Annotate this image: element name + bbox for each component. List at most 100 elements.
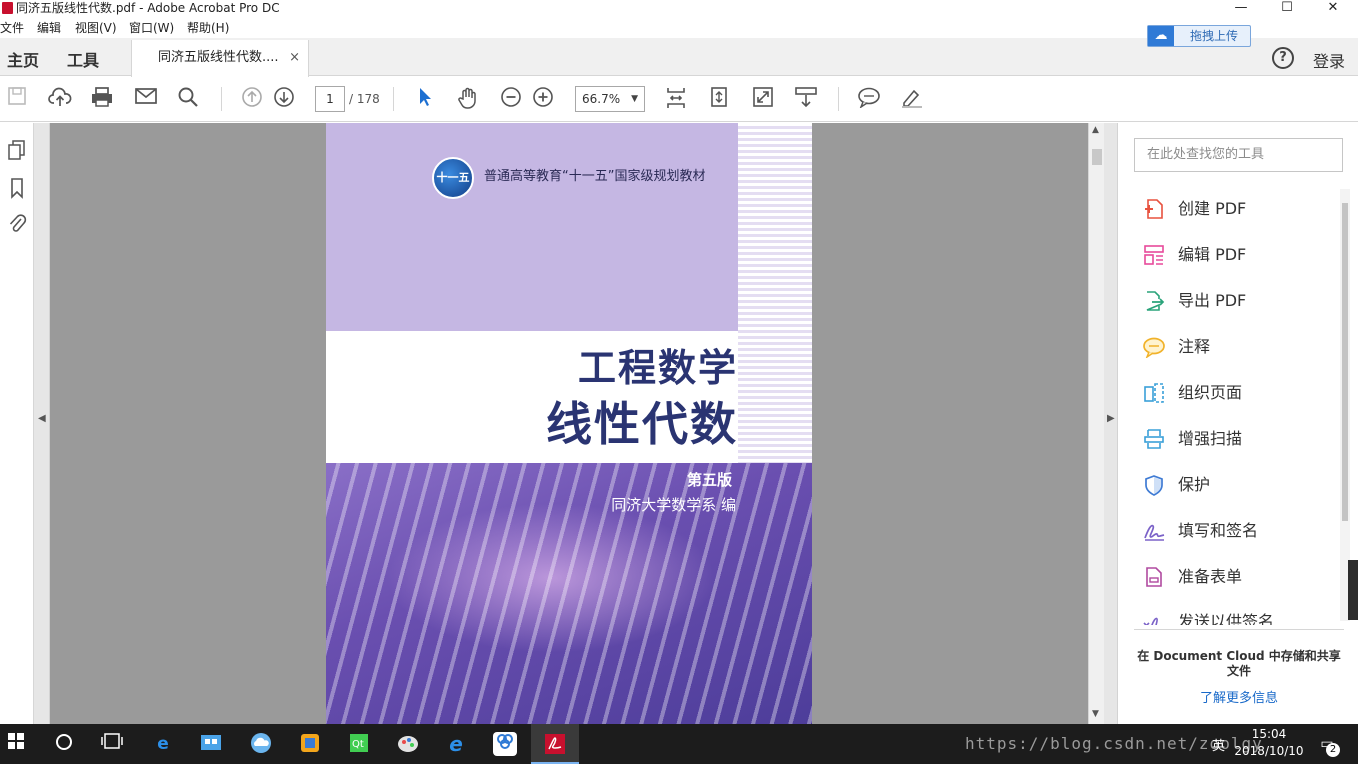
- svg-text:Qt: Qt: [352, 739, 364, 750]
- notification-count: 2: [1326, 743, 1340, 757]
- highlight-icon[interactable]: [899, 86, 925, 112]
- toolbar-divider: [221, 87, 222, 111]
- email-icon[interactable]: [133, 86, 159, 112]
- next-page-icon[interactable]: [271, 86, 297, 112]
- tab-document[interactable]: 同济五版线性代数.... ×: [131, 40, 309, 77]
- hand-tool-icon[interactable]: [455, 86, 481, 112]
- menu-file[interactable]: 文件: [0, 18, 24, 38]
- baidu-netdisk-icon[interactable]: [493, 732, 517, 756]
- left-navigation-rail: [0, 123, 34, 724]
- tool-protect[interactable]: 保护: [1142, 470, 1342, 500]
- zoom-out-icon[interactable]: [498, 86, 524, 112]
- windows-taskbar: e Qt e https://blog.csdn.net/zoolgy 英 15…: [0, 724, 1358, 764]
- maximize-button[interactable]: ☐: [1264, 0, 1310, 18]
- rotate-view-icon[interactable]: [706, 86, 732, 112]
- left-pane-toggle[interactable]: ◀: [34, 123, 50, 724]
- protect-icon: [1142, 474, 1166, 496]
- acrobat-app-icon: [2, 2, 13, 14]
- create-pdf-icon: [1142, 198, 1166, 220]
- zoom-select[interactable]: 66.7% ▼: [575, 86, 645, 112]
- right-pane-toggle[interactable]: ▶: [1104, 123, 1118, 724]
- tools-divider: [1134, 629, 1344, 630]
- comment-icon[interactable]: [856, 86, 882, 112]
- edge-browser-icon[interactable]: e: [151, 732, 175, 756]
- help-icon[interactable]: ?: [1272, 47, 1294, 69]
- series-text: 普通高等教育“十一五”国家级规划教材: [484, 169, 706, 184]
- clock-date: 2018/10/10: [1234, 744, 1304, 758]
- menu-help[interactable]: 帮助(H): [187, 18, 229, 38]
- close-window-button[interactable]: ✕: [1310, 0, 1356, 18]
- system-clock[interactable]: 15:04 2018/10/10: [1234, 726, 1304, 760]
- document-scrollbar[interactable]: ▲ ▼: [1088, 123, 1104, 724]
- tools-scrollbar[interactable]: [1340, 189, 1350, 621]
- start-button-icon[interactable]: [4, 732, 28, 756]
- chevron-right-icon: ▶: [1107, 413, 1115, 424]
- menu-edit[interactable]: 编辑: [37, 18, 61, 38]
- tool-search-input[interactable]: 在此处查找您的工具: [1134, 138, 1343, 172]
- upload-label: 拖拽上传: [1190, 29, 1239, 43]
- minimize-button[interactable]: —: [1218, 0, 1264, 18]
- scrollbar-thumb[interactable]: [1092, 149, 1102, 165]
- store-app-icon[interactable]: [199, 732, 223, 756]
- edit-pdf-icon: [1142, 244, 1166, 266]
- document-viewport[interactable]: 十一五 普通高等教育“十一五”国家级规划教材 工程数学 线性代数 第五版 同济大…: [50, 123, 1088, 724]
- scroll-down-icon[interactable]: ▼: [1092, 709, 1099, 719]
- tool-create-pdf[interactable]: 创建 PDF: [1142, 194, 1342, 224]
- tool-comment[interactable]: 注释: [1142, 332, 1342, 362]
- fit-page-icon[interactable]: [663, 86, 689, 112]
- zoom-in-icon[interactable]: [530, 86, 556, 112]
- tool-prepare-form[interactable]: 准备表单: [1142, 562, 1342, 592]
- ie-browser-icon[interactable]: e: [444, 732, 468, 756]
- tool-enhance-scan[interactable]: 增强扫描: [1142, 424, 1342, 454]
- close-tab-button[interactable]: ×: [289, 40, 300, 76]
- zoom-value: 66.7%: [582, 92, 621, 106]
- drag-upload-button[interactable]: ☁ 拖拽上传: [1147, 25, 1251, 47]
- tool-export-pdf[interactable]: 导出 PDF: [1142, 286, 1342, 316]
- page-thumbnails-icon[interactable]: [6, 139, 28, 161]
- toolbar: 1 / 178 66.7% ▼: [0, 77, 1358, 122]
- tool-edit-pdf[interactable]: 编辑 PDF: [1142, 240, 1342, 270]
- menu-view[interactable]: 视图(V): [75, 18, 117, 38]
- onedrive-icon[interactable]: [249, 732, 273, 756]
- tool-fill-sign[interactable]: 填写和签名: [1142, 516, 1342, 546]
- tools-scrollbar-thumb[interactable]: [1342, 203, 1348, 521]
- tab-home[interactable]: 主页: [7, 47, 39, 71]
- search-icon[interactable]: [175, 86, 201, 112]
- pdf-page: 十一五 普通高等教育“十一五”国家级规划教材 工程数学 线性代数 第五版 同济大…: [326, 123, 812, 724]
- login-link[interactable]: 登录: [1313, 48, 1345, 72]
- save-icon[interactable]: [4, 86, 30, 112]
- enhance-scan-icon: [1142, 428, 1166, 450]
- tool-organize-pages[interactable]: 组织页面: [1142, 378, 1342, 408]
- task-view-icon[interactable]: [100, 732, 124, 756]
- book-author: 同济大学数学系 编: [611, 496, 736, 514]
- scroll-up-icon[interactable]: ▲: [1092, 125, 1099, 135]
- menu-window[interactable]: 窗口(W): [129, 18, 174, 38]
- send-sign-icon: [1142, 611, 1166, 625]
- cortana-search-icon[interactable]: [52, 732, 76, 756]
- bookmark-icon[interactable]: [6, 177, 28, 199]
- cloud-icon: ☁: [1148, 26, 1174, 46]
- paint-app-icon[interactable]: [396, 732, 420, 756]
- side-gadget: [1348, 560, 1358, 620]
- full-screen-icon[interactable]: [750, 86, 776, 112]
- chevron-left-icon: ◀: [38, 413, 46, 424]
- document-tab-label: 同济五版线性代数....: [158, 50, 279, 65]
- attachment-icon[interactable]: [6, 212, 28, 234]
- scroll-mode-icon[interactable]: [793, 86, 819, 112]
- learn-more-link[interactable]: 了解更多信息: [1134, 687, 1344, 706]
- notification-center-icon[interactable]: ▭ 2: [1316, 733, 1340, 757]
- acrobat-taskbar-icon[interactable]: [531, 724, 579, 764]
- book-title-line2: 线性代数: [546, 397, 738, 451]
- previous-page-icon[interactable]: [239, 86, 265, 112]
- clock-time: 15:04: [1251, 727, 1287, 741]
- document-cloud-message: 在 Document Cloud 中存储和共享文件: [1137, 649, 1341, 678]
- tab-tools[interactable]: 工具: [67, 47, 99, 71]
- upload-cloud-icon[interactable]: [47, 86, 73, 112]
- print-icon[interactable]: [89, 86, 115, 112]
- tool-send-for-signature[interactable]: 发送以供签名: [1142, 607, 1342, 625]
- media-app-icon[interactable]: [298, 732, 322, 756]
- qt-app-icon[interactable]: Qt: [347, 732, 371, 756]
- page-number-input[interactable]: 1: [315, 86, 345, 112]
- select-tool-icon[interactable]: [412, 86, 438, 112]
- input-method-indicator[interactable]: 英: [1212, 735, 1225, 754]
